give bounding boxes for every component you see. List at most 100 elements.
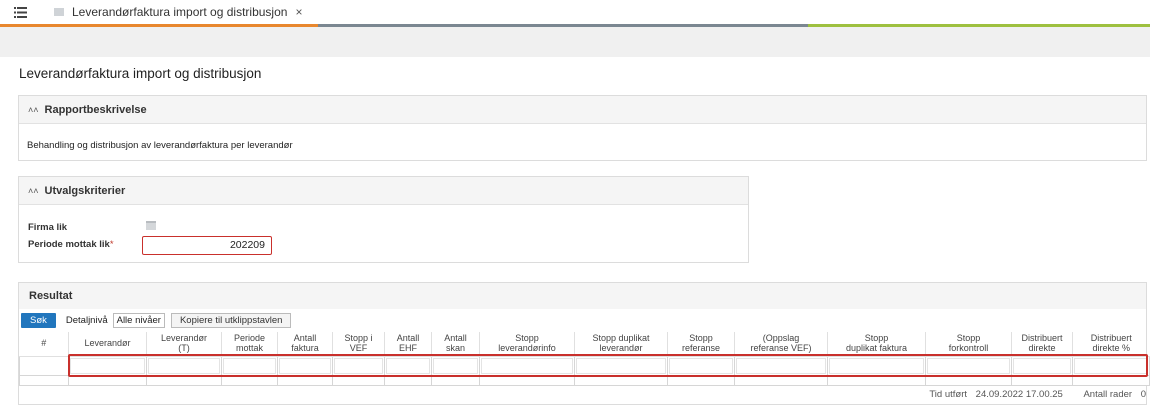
column-header[interactable]: (Oppslag referanse VEF) xyxy=(734,332,828,357)
column-header-text: mottak xyxy=(235,342,263,353)
filter-input[interactable] xyxy=(70,357,145,374)
filter-input[interactable] xyxy=(829,357,924,374)
lookup-icon[interactable] xyxy=(146,221,156,230)
menu-icon[interactable] xyxy=(0,0,40,24)
filter-cell[interactable] xyxy=(479,355,575,376)
utvalg-heading: Utvalgskriterier xyxy=(44,184,126,197)
grid-header-row: # Leverandør Leverandør (T) Periode mottak Ant… xyxy=(19,332,1150,357)
filter-cell[interactable] xyxy=(925,355,1012,376)
rapport-header[interactable]: ˄˄ Rapportbeskrivelse xyxy=(19,96,1146,124)
column-header-text: (T) xyxy=(178,342,190,353)
empty-cell xyxy=(734,375,828,386)
filter-input[interactable] xyxy=(223,357,276,374)
empty-cell xyxy=(19,375,69,386)
column-header-text: duplikat faktura xyxy=(845,342,908,353)
column-header-text: referanse VEF) xyxy=(750,342,812,353)
filter-cell[interactable] xyxy=(384,355,432,376)
filter-cell[interactable] xyxy=(68,355,147,376)
search-button[interactable]: Søk xyxy=(21,312,56,328)
column-header[interactable]: Stopp leverandørinfo xyxy=(479,332,575,357)
empty-cell xyxy=(667,375,735,386)
column-header[interactable]: Leverandør (T) xyxy=(146,332,222,357)
utvalg-panel: ˄˄ Utvalgskriterier Firma lik Periode mo… xyxy=(18,176,749,263)
empty-cell xyxy=(1072,375,1150,386)
filter-input[interactable] xyxy=(669,357,733,374)
utvalg-header[interactable]: ˄˄ Utvalgskriterier xyxy=(19,177,748,205)
periode-label: Periode mottak lik* xyxy=(28,239,114,250)
empty-cell xyxy=(827,375,926,386)
time-label: Tid utført xyxy=(929,389,968,400)
column-header[interactable]: Antall skan xyxy=(431,332,480,357)
resultat-panel: Resultat Søk Detaljnivå Alle nivåer Kopi… xyxy=(18,282,1150,405)
filter-cell[interactable] xyxy=(146,355,222,376)
filter-input[interactable] xyxy=(927,357,1010,374)
filter-input[interactable] xyxy=(1013,357,1071,374)
filter-input[interactable] xyxy=(481,357,573,374)
filter-cell[interactable] xyxy=(277,355,333,376)
column-header[interactable]: Stopp i VEF xyxy=(332,332,385,357)
column-header-text: # xyxy=(41,338,47,348)
column-header[interactable]: Antall EHF xyxy=(384,332,432,357)
resultat-heading: Resultat xyxy=(29,290,73,302)
result-grid: # Leverandør Leverandør (T) Periode mottak Ant… xyxy=(19,332,1150,386)
column-header[interactable]: Antall faktura xyxy=(277,332,333,357)
chevron-up-icon[interactable]: ˄˄ xyxy=(28,186,39,196)
copy-clipboard-button[interactable]: Kopiere til utklippstavlen xyxy=(170,312,292,328)
page-icon xyxy=(54,8,64,16)
resultat-header: Resultat xyxy=(19,283,1146,309)
column-header-text: VEF xyxy=(349,342,368,353)
empty-cell xyxy=(332,375,385,386)
detail-level-label: Detaljnivå xyxy=(65,314,108,326)
column-header[interactable]: Distribuert direkte % xyxy=(1072,332,1150,357)
filter-cell[interactable] xyxy=(431,355,480,376)
filter-input[interactable] xyxy=(386,357,430,374)
column-header[interactable]: Distribuert direkte xyxy=(1011,332,1073,357)
chevron-up-icon[interactable]: ˄˄ xyxy=(28,105,39,115)
resultat-toolbar: Søk Detaljnivå Alle nivåer Kopiere til u… xyxy=(21,312,292,328)
all-levels-button[interactable]: Alle nivåer xyxy=(112,312,165,328)
column-header-text: forkontroll xyxy=(948,342,989,353)
close-icon[interactable]: × xyxy=(295,5,302,19)
empty-cell xyxy=(221,375,278,386)
column-header-text: faktura xyxy=(291,342,319,353)
rapport-heading: Rapportbeskrivelse xyxy=(44,103,147,116)
column-header[interactable]: Leverandør xyxy=(68,332,147,357)
filter-input[interactable] xyxy=(736,357,826,374)
filter-input[interactable] xyxy=(148,357,220,374)
filter-cell[interactable] xyxy=(1011,355,1073,376)
column-header[interactable]: Periode mottak xyxy=(221,332,278,357)
column-header-text: Leverandør xyxy=(84,338,131,348)
filter-input[interactable] xyxy=(433,357,478,374)
filter-row xyxy=(19,355,1150,376)
empty-cell xyxy=(384,375,432,386)
column-header-text: direkte % xyxy=(1092,342,1131,353)
column-header-text: EHF xyxy=(399,342,417,353)
column-header[interactable]: Stopp duplikat faktura xyxy=(827,332,926,357)
column-header-text: referanse xyxy=(681,342,721,353)
filter-cell[interactable] xyxy=(734,355,828,376)
column-header[interactable]: Stopp duplikat leverandør xyxy=(574,332,668,357)
filter-cell[interactable] xyxy=(221,355,278,376)
column-header-text: leverandør xyxy=(599,342,643,353)
filter-cell[interactable] xyxy=(827,355,926,376)
filter-input[interactable] xyxy=(279,357,331,374)
filter-cell[interactable] xyxy=(332,355,385,376)
rows-value: 0 xyxy=(1140,389,1146,400)
filter-cell[interactable] xyxy=(574,355,668,376)
tab-leverandorfaktura[interactable]: Leverandørfaktura import og distribusjon… xyxy=(40,0,302,24)
periode-input[interactable]: 202209 xyxy=(142,236,272,255)
empty-cell xyxy=(68,375,147,386)
column-header[interactable]: # xyxy=(19,332,69,357)
empty-cell xyxy=(146,375,222,386)
rapport-panel: ˄˄ Rapportbeskrivelse Behandling og dist… xyxy=(18,95,1147,161)
filter-cell[interactable] xyxy=(667,355,735,376)
filter-input[interactable] xyxy=(1074,357,1148,374)
grid-footer: Tid utført 24.09.2022 17.00.25 Antall ra… xyxy=(923,389,1146,400)
column-header[interactable]: Stopp forkontroll xyxy=(925,332,1012,357)
empty-cell xyxy=(1011,375,1073,386)
filter-input[interactable] xyxy=(334,357,383,374)
filter-cell[interactable] xyxy=(1072,355,1150,376)
column-header[interactable]: Stopp referanse xyxy=(667,332,735,357)
filter-input[interactable] xyxy=(576,357,666,374)
empty-cell xyxy=(479,375,575,386)
